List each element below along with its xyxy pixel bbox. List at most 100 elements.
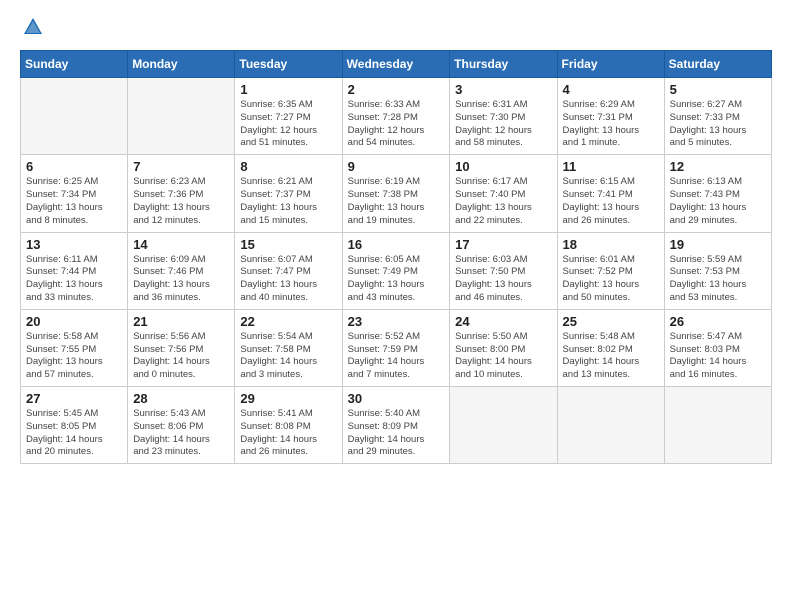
day-number: 8 [240,159,336,174]
day-number: 9 [348,159,445,174]
calendar-week-row: 13 Sunrise: 6:11 AM Sunset: 7:44 PM Dayli… [21,232,772,309]
day-number: 18 [563,237,659,252]
calendar-week-row: 27Sunrise: 5:45 AM Sunset: 8:05 PM Dayli… [21,387,772,464]
calendar-cell: 13 Sunrise: 6:11 AM Sunset: 7:44 PM Dayli… [21,232,128,309]
day-number: 4 [563,82,659,97]
calendar-cell: 5 Sunrise: 6:27 AM Sunset: 7:33 PM Daylig… [664,78,771,155]
day-number: 10 [455,159,551,174]
day-number: 29 [240,391,336,406]
day-number: 13 [26,237,122,252]
calendar-cell: 19Sunrise: 5:59 AM Sunset: 7:53 PM Dayli… [664,232,771,309]
calendar-cell: 28 Sunrise: 5:43 AM Sunset: 8:06 PM Dayli… [128,387,235,464]
calendar-cell: 20 Sunrise: 5:58 AM Sunset: 7:55 PM Dayli… [21,309,128,386]
day-info: Sunrise: 6:15 AM Sunset: 7:41 PM Dayligh… [563,176,659,227]
calendar-cell: 29 Sunrise: 5:41 AM Sunset: 8:08 PM Dayli… [235,387,342,464]
day-number: 15 [240,237,336,252]
day-number: 26 [670,314,766,329]
calendar-cell: 12Sunrise: 6:13 AM Sunset: 7:43 PM Dayli… [664,155,771,232]
calendar-cell: 6 Sunrise: 6:25 AM Sunset: 7:34 PM Daylig… [21,155,128,232]
day-info: Sunrise: 6:19 AM Sunset: 7:38 PM Dayligh… [348,176,445,227]
calendar-cell: 1 Sunrise: 6:35 AM Sunset: 7:27 PM Daylig… [235,78,342,155]
calendar-cell: 17 Sunrise: 6:03 AM Sunset: 7:50 PM Dayli… [450,232,557,309]
day-number: 7 [133,159,229,174]
weekday-header-friday: Friday [557,51,664,78]
weekday-header-tuesday: Tuesday [235,51,342,78]
calendar-cell: 14 Sunrise: 6:09 AM Sunset: 7:46 PM Dayli… [128,232,235,309]
day-info: Sunrise: 6:23 AM Sunset: 7:36 PM Dayligh… [133,176,229,227]
day-info: Sunrise: 5:40 AM Sunset: 8:09 PM Dayligh… [348,408,445,459]
day-number: 6 [26,159,122,174]
calendar-cell: 3 Sunrise: 6:31 AM Sunset: 7:30 PM Daylig… [450,78,557,155]
day-info: Sunrise: 6:27 AM Sunset: 7:33 PM Dayligh… [670,99,766,150]
day-info: Sunrise: 5:43 AM Sunset: 8:06 PM Dayligh… [133,408,229,459]
calendar-week-row: 6 Sunrise: 6:25 AM Sunset: 7:34 PM Daylig… [21,155,772,232]
day-info: Sunrise: 5:52 AM Sunset: 7:59 PM Dayligh… [348,331,445,382]
day-number: 23 [348,314,445,329]
day-number: 22 [240,314,336,329]
day-info: Sunrise: 6:35 AM Sunset: 7:27 PM Dayligh… [240,99,336,150]
day-info: Sunrise: 5:54 AM Sunset: 7:58 PM Dayligh… [240,331,336,382]
calendar-cell: 30 Sunrise: 5:40 AM Sunset: 8:09 PM Dayli… [342,387,450,464]
calendar-cell: 25 Sunrise: 5:48 AM Sunset: 8:02 PM Dayli… [557,309,664,386]
day-number: 5 [670,82,766,97]
header [20,16,772,38]
calendar-cell: 4 Sunrise: 6:29 AM Sunset: 7:31 PM Daylig… [557,78,664,155]
calendar-cell [128,78,235,155]
calendar-cell [21,78,128,155]
day-info: Sunrise: 6:05 AM Sunset: 7:49 PM Dayligh… [348,254,445,305]
weekday-header-row: SundayMondayTuesdayWednesdayThursdayFrid… [21,51,772,78]
weekday-header-sunday: Sunday [21,51,128,78]
day-info: Sunrise: 6:11 AM Sunset: 7:44 PM Dayligh… [26,254,122,305]
calendar-week-row: 20 Sunrise: 5:58 AM Sunset: 7:55 PM Dayli… [21,309,772,386]
day-info: Sunrise: 5:50 AM Sunset: 8:00 PM Dayligh… [455,331,551,382]
day-number: 30 [348,391,445,406]
calendar-cell: 27Sunrise: 5:45 AM Sunset: 8:05 PM Dayli… [21,387,128,464]
calendar-cell: 23 Sunrise: 5:52 AM Sunset: 7:59 PM Dayli… [342,309,450,386]
day-info: Sunrise: 5:56 AM Sunset: 7:56 PM Dayligh… [133,331,229,382]
day-number: 3 [455,82,551,97]
day-number: 24 [455,314,551,329]
day-info: Sunrise: 6:17 AM Sunset: 7:40 PM Dayligh… [455,176,551,227]
day-number: 17 [455,237,551,252]
day-number: 12 [670,159,766,174]
calendar-cell: 24 Sunrise: 5:50 AM Sunset: 8:00 PM Dayli… [450,309,557,386]
calendar-cell: 7 Sunrise: 6:23 AM Sunset: 7:36 PM Daylig… [128,155,235,232]
day-info: Sunrise: 5:47 AM Sunset: 8:03 PM Dayligh… [670,331,766,382]
day-info: Sunrise: 6:07 AM Sunset: 7:47 PM Dayligh… [240,254,336,305]
calendar-cell: 9 Sunrise: 6:19 AM Sunset: 7:38 PM Daylig… [342,155,450,232]
day-number: 1 [240,82,336,97]
day-info: Sunrise: 6:31 AM Sunset: 7:30 PM Dayligh… [455,99,551,150]
day-number: 27 [26,391,122,406]
day-number: 14 [133,237,229,252]
day-info: Sunrise: 6:29 AM Sunset: 7:31 PM Dayligh… [563,99,659,150]
day-number: 28 [133,391,229,406]
calendar-cell: 26 Sunrise: 5:47 AM Sunset: 8:03 PM Dayli… [664,309,771,386]
logo-icon [22,16,44,38]
day-info: Sunrise: 5:41 AM Sunset: 8:08 PM Dayligh… [240,408,336,459]
day-info: Sunrise: 6:25 AM Sunset: 7:34 PM Dayligh… [26,176,122,227]
logo [20,16,44,38]
calendar-cell: 21 Sunrise: 5:56 AM Sunset: 7:56 PM Dayli… [128,309,235,386]
day-info: Sunrise: 6:21 AM Sunset: 7:37 PM Dayligh… [240,176,336,227]
day-info: Sunrise: 6:09 AM Sunset: 7:46 PM Dayligh… [133,254,229,305]
day-number: 21 [133,314,229,329]
calendar-cell: 18 Sunrise: 6:01 AM Sunset: 7:52 PM Dayli… [557,232,664,309]
day-number: 25 [563,314,659,329]
day-number: 20 [26,314,122,329]
calendar-cell: 16Sunrise: 6:05 AM Sunset: 7:49 PM Dayli… [342,232,450,309]
calendar-table: SundayMondayTuesdayWednesdayThursdayFrid… [20,50,772,464]
calendar-week-row: 1 Sunrise: 6:35 AM Sunset: 7:27 PM Daylig… [21,78,772,155]
calendar-cell: 11 Sunrise: 6:15 AM Sunset: 7:41 PM Dayli… [557,155,664,232]
weekday-header-saturday: Saturday [664,51,771,78]
calendar-cell: 2Sunrise: 6:33 AM Sunset: 7:28 PM Daylig… [342,78,450,155]
calendar-cell [450,387,557,464]
day-info: Sunrise: 5:48 AM Sunset: 8:02 PM Dayligh… [563,331,659,382]
page: SundayMondayTuesdayWednesdayThursdayFrid… [0,0,792,480]
weekday-header-thursday: Thursday [450,51,557,78]
day-info: Sunrise: 6:01 AM Sunset: 7:52 PM Dayligh… [563,254,659,305]
day-info: Sunrise: 5:58 AM Sunset: 7:55 PM Dayligh… [26,331,122,382]
day-number: 11 [563,159,659,174]
day-info: Sunrise: 6:03 AM Sunset: 7:50 PM Dayligh… [455,254,551,305]
calendar-cell: 10 Sunrise: 6:17 AM Sunset: 7:40 PM Dayli… [450,155,557,232]
day-number: 19 [670,237,766,252]
